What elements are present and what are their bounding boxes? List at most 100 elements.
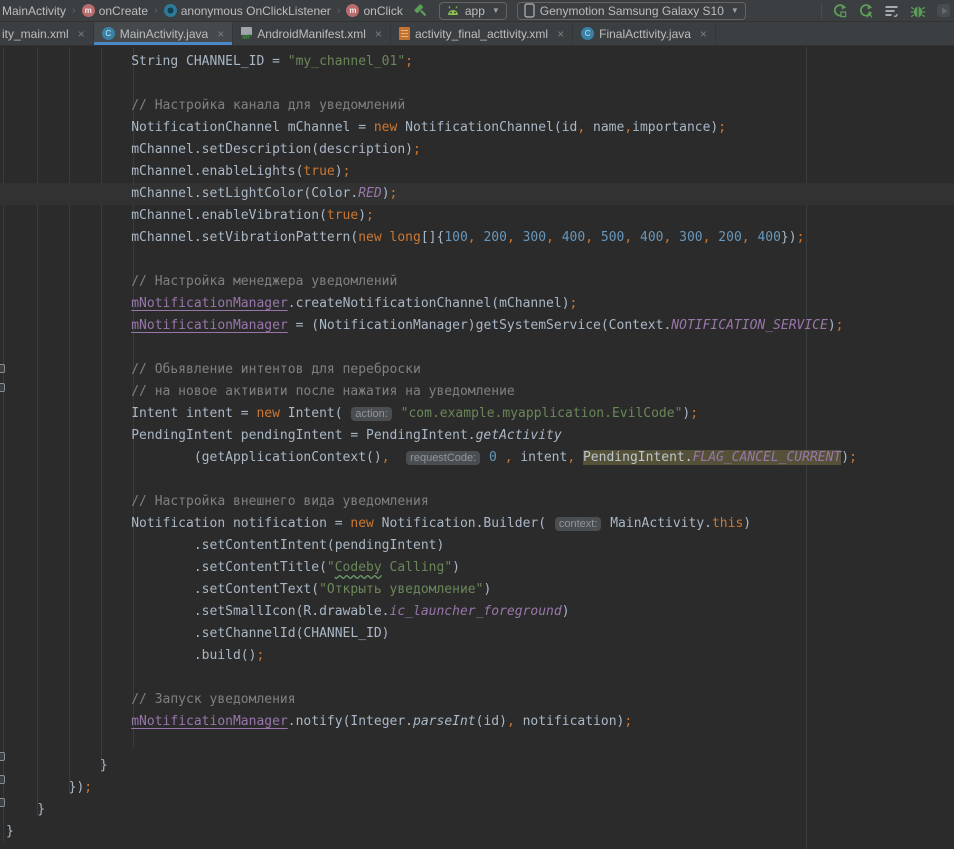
code-token: mChannel.setDescription(description) bbox=[6, 142, 413, 157]
breadcrumb-item-class[interactable]: MainActivity bbox=[2, 4, 66, 18]
code-line: NotificationChannel mChannel = new Notif… bbox=[6, 117, 954, 139]
code-line bbox=[6, 73, 954, 95]
device-select[interactable]: Genymotion Samsung Galaxy S10 ▼ bbox=[517, 2, 746, 20]
code-token bbox=[575, 450, 583, 465]
debug-bug-icon[interactable] bbox=[910, 3, 926, 19]
tab-androidmanifest-xml[interactable]: MF AndroidManifest.xml × bbox=[233, 22, 391, 45]
code-token: .setSmallIcon(R.drawable. bbox=[6, 604, 390, 619]
code-line: String CHANNEL_ID = "my_channel_01"; bbox=[6, 51, 954, 73]
breadcrumb-item-onclick[interactable]: m onClick bbox=[346, 4, 402, 18]
code-token: requestCode: bbox=[406, 451, 480, 465]
code-line: // Запуск уведомления bbox=[6, 689, 954, 711]
code-token bbox=[554, 230, 562, 245]
code-token: }) bbox=[6, 780, 84, 795]
breadcrumb-label: onClick bbox=[363, 4, 402, 18]
close-icon[interactable]: × bbox=[217, 27, 224, 41]
breadcrumb-item-anonymous[interactable]: anonymous OnClickListener bbox=[164, 4, 331, 18]
tab-label: FinalActtivity.java bbox=[599, 27, 691, 41]
code-token: .setContentText( bbox=[6, 582, 319, 597]
apply-code-changes-icon[interactable]: A bbox=[858, 3, 874, 19]
tab-activity-final-acttivity-xml[interactable]: activity_final_acttivity.xml × bbox=[391, 22, 573, 45]
code-token: ) bbox=[562, 604, 570, 619]
code-line: .setContentText("Открыть уведомление") bbox=[6, 579, 954, 601]
java-class-icon: C bbox=[581, 27, 594, 40]
apply-changes-restart-icon[interactable] bbox=[832, 3, 848, 19]
close-icon[interactable]: × bbox=[700, 27, 707, 41]
code-token: new bbox=[358, 230, 381, 245]
code-token: true bbox=[303, 164, 334, 179]
code-token: "com.example.myapplication.EvilCode" bbox=[401, 406, 683, 421]
code-line: .setContentIntent(pendingIntent) bbox=[6, 535, 954, 557]
code-editor[interactable]: String CHANNEL_ID = "my_channel_01"; // … bbox=[0, 47, 954, 849]
code-token: ) bbox=[483, 582, 491, 597]
code-line: // на новое активити после нажатия на ув… bbox=[6, 381, 954, 403]
code-token: } bbox=[6, 824, 14, 839]
code-token: Intent intent = bbox=[6, 406, 256, 421]
code-line: } bbox=[6, 799, 954, 821]
code-token: RED bbox=[358, 186, 381, 201]
code-line bbox=[6, 249, 954, 271]
code-token: NotificationChannel mChannel = bbox=[6, 120, 374, 135]
code-token: } bbox=[6, 802, 45, 817]
code-line: // Настройка канала для уведомлений bbox=[6, 95, 954, 117]
run-actions: A bbox=[813, 3, 954, 19]
code-token: true bbox=[327, 208, 358, 223]
code-token: 200 bbox=[483, 230, 506, 245]
code-token: FLAG_CANCEL_CURRENT bbox=[693, 450, 842, 465]
code-token: , bbox=[577, 120, 585, 135]
tab-finalacttivity-java[interactable]: C FinalActtivity.java × bbox=[573, 22, 716, 45]
code-token: ) bbox=[335, 164, 343, 179]
code-line: mChannel.enableVibration(true); bbox=[6, 205, 954, 227]
code-token: .build() bbox=[6, 648, 256, 663]
code-token: mNotificationManager bbox=[131, 714, 288, 729]
device-label: Genymotion Samsung Galaxy S10 bbox=[540, 4, 724, 18]
code-token: , bbox=[742, 230, 750, 245]
code-token: , bbox=[382, 450, 390, 465]
code-token: ) bbox=[828, 318, 836, 333]
code-token: ; bbox=[849, 450, 857, 465]
svg-text:A: A bbox=[867, 10, 873, 19]
run-list-icon[interactable] bbox=[884, 3, 900, 19]
code-token: String CHANNEL_ID = bbox=[6, 54, 288, 69]
profiler-icon[interactable] bbox=[936, 3, 952, 19]
code-token: ; bbox=[256, 648, 264, 663]
code-token: ; bbox=[718, 120, 726, 135]
close-icon[interactable]: × bbox=[557, 27, 564, 41]
tab-mainactivity-java[interactable]: C MainActivity.java × bbox=[94, 22, 234, 45]
code-token: new bbox=[350, 516, 373, 531]
device-phone-icon bbox=[524, 3, 535, 18]
code-line bbox=[6, 667, 954, 689]
build-hammer-icon[interactable] bbox=[413, 3, 429, 19]
code-token: .setContentTitle( bbox=[6, 560, 327, 575]
code-token: Intent( bbox=[280, 406, 350, 421]
main-toolbar: MainActivity › m onCreate › anonymous On… bbox=[0, 0, 954, 22]
breadcrumb-item-oncreate[interactable]: m onCreate bbox=[82, 4, 148, 18]
code-line: (getApplicationContext(), requestCode: 0… bbox=[6, 447, 954, 469]
code-line: // Обьявление интентов для переброски bbox=[6, 359, 954, 381]
code-token: (id) bbox=[476, 714, 507, 729]
code-token: ) bbox=[358, 208, 366, 223]
xml-file-icon bbox=[399, 27, 410, 40]
run-configuration-select[interactable]: app ▼ bbox=[439, 2, 507, 20]
code-lines: String CHANNEL_ID = "my_channel_01"; // … bbox=[0, 47, 954, 843]
anonymous-class-icon bbox=[164, 4, 177, 17]
close-icon[interactable]: × bbox=[375, 27, 382, 41]
code-token: ) bbox=[452, 560, 460, 575]
tab-activity-main-xml[interactable]: ity_main.xml × bbox=[0, 22, 94, 45]
code-token bbox=[481, 450, 489, 465]
code-line: mNotificationManager = (NotificationMana… bbox=[6, 315, 954, 337]
code-token: MainActivity. bbox=[602, 516, 712, 531]
code-token: 500 bbox=[601, 230, 624, 245]
manifest-file-icon: MF bbox=[241, 27, 252, 40]
run-config-label: app bbox=[465, 4, 485, 18]
code-line: mNotificationManager.createNotificationC… bbox=[6, 293, 954, 315]
close-icon[interactable]: × bbox=[78, 27, 85, 41]
breadcrumb-label: MainActivity bbox=[2, 4, 66, 18]
code-token: mChannel.setLightColor(Color. bbox=[6, 186, 358, 201]
code-token: Notification.Builder( bbox=[374, 516, 554, 531]
chevron-down-icon: ▼ bbox=[731, 6, 739, 15]
code-token: = (NotificationManager)getSystemService(… bbox=[288, 318, 672, 333]
code-token: // Настройка внешнего вида уведомления bbox=[6, 494, 429, 509]
breadcrumb-label: anonymous OnClickListener bbox=[181, 4, 331, 18]
code-token: // Настройка менеджера уведомлений bbox=[6, 274, 397, 289]
